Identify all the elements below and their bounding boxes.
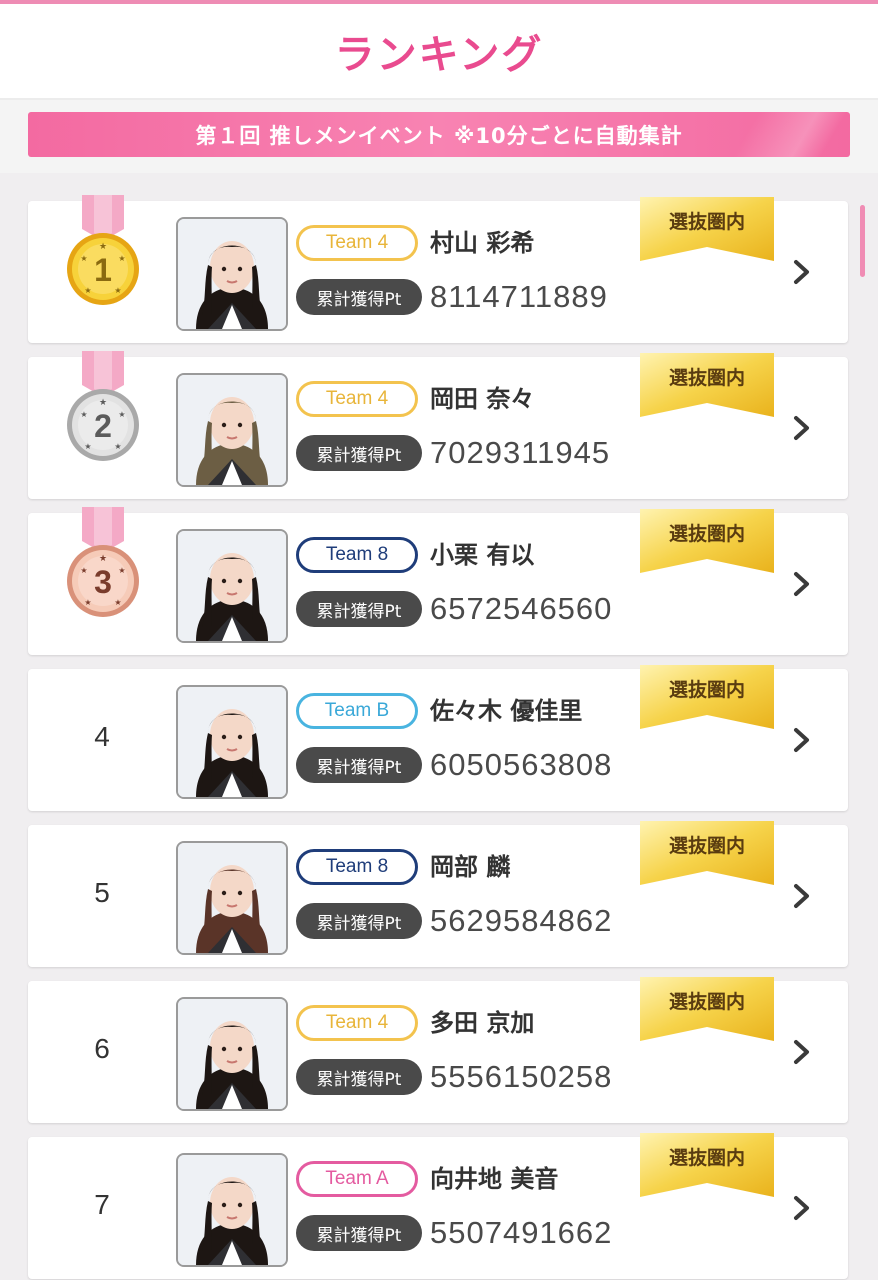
member-avatar <box>176 217 288 331</box>
ranking-card[interactable]: 1 ★ ★ ★ ★ ★ Team 4 村山 彩希 累計獲得Pt 8114711889 選抜圏内 <box>28 195 848 343</box>
selection-badge: 選抜圏内 <box>640 509 774 573</box>
team-badge: Team 8 <box>296 849 418 885</box>
member-name: 佐々木 優佳里 <box>430 697 583 725</box>
svg-text:★: ★ <box>114 442 121 451</box>
selection-badge-label: 選抜圏内 <box>668 367 745 389</box>
team-badge: Team B <box>296 693 418 729</box>
svg-text:★: ★ <box>99 242 107 252</box>
member-avatar <box>176 373 288 487</box>
svg-text:★: ★ <box>118 410 125 419</box>
selection-badge-label: 選抜圏内 <box>668 679 745 701</box>
team-badge: Team 4 <box>296 1005 418 1041</box>
svg-text:★: ★ <box>84 598 91 607</box>
points-label: 累計獲得Pt <box>296 591 422 627</box>
ranking-card[interactable]: 2 ★ ★ ★ ★ ★ Team 4 岡田 奈々 累計獲得Pt 7029311945 選抜圏内 <box>28 351 848 499</box>
svg-text:★: ★ <box>114 598 121 607</box>
member-avatar <box>176 685 288 799</box>
points-value: 6572546560 <box>430 591 613 626</box>
svg-text:★: ★ <box>80 254 87 263</box>
gold-medal-icon: 1 ★ ★ ★ ★ ★ <box>58 195 148 307</box>
team-badge: Team A <box>296 1161 418 1197</box>
member-avatar <box>176 997 288 1111</box>
selection-badge: 選抜圏内 <box>640 353 774 417</box>
page-title: ランキング <box>334 32 544 78</box>
chevron-right-icon[interactable] <box>792 883 812 909</box>
medal-rank-number: 3 <box>94 564 112 600</box>
rank-number: 4 <box>94 721 110 752</box>
points-label: 累計獲得Pt <box>296 279 422 315</box>
chevron-right-icon[interactable] <box>792 571 812 597</box>
points-label: 累計獲得Pt <box>296 747 422 783</box>
team-badge: Team 4 <box>296 225 418 261</box>
selection-badge-label: 選抜圏内 <box>668 211 745 233</box>
member-name: 向井地 美音 <box>430 1165 559 1193</box>
chevron-right-icon[interactable] <box>792 727 812 753</box>
chevron-right-icon[interactable] <box>792 259 812 285</box>
points-label: 累計獲得Pt <box>296 435 422 471</box>
selection-badge: 選抜圏内 <box>640 977 774 1041</box>
scrollbar-thumb[interactable] <box>860 205 865 277</box>
ranking-list[interactable]: 1 ★ ★ ★ ★ ★ Team 4 村山 彩希 累計獲得Pt 8114711889 選抜圏内 2 ★ ★… <box>0 173 878 1280</box>
selection-badge-label: 選抜圏内 <box>668 835 745 857</box>
points-value: 7029311945 <box>430 435 611 470</box>
ranking-card[interactable]: 6 Team 4 多田 京加 累計獲得Pt 5556150258 選抜圏内 <box>28 977 848 1123</box>
points-label: 累計獲得Pt <box>296 903 422 939</box>
member-name: 岡田 奈々 <box>430 385 535 413</box>
svg-text:★: ★ <box>84 286 91 295</box>
team-badge: Team 8 <box>296 537 418 573</box>
page-header: ランキング <box>0 4 878 100</box>
chevron-right-icon[interactable] <box>792 1039 812 1065</box>
points-label: 累計獲得Pt <box>296 1059 422 1095</box>
member-avatar <box>176 841 288 955</box>
svg-text:★: ★ <box>84 442 91 451</box>
selection-badge: 選抜圏内 <box>640 197 774 261</box>
selection-badge: 選抜圏内 <box>640 665 774 729</box>
selection-badge: 選抜圏内 <box>640 1133 774 1197</box>
rank-number: 6 <box>94 1033 110 1064</box>
svg-text:★: ★ <box>114 286 121 295</box>
chevron-right-icon[interactable] <box>792 415 812 441</box>
member-avatar <box>176 1153 288 1267</box>
ranking-card[interactable]: 5 Team 8 岡部 麟累計獲得Pt 5629584862 選抜圏内 <box>28 821 848 967</box>
event-banner: 第１回 推しメンイベント ※10分ごとに自動集計 <box>28 112 850 157</box>
ranking-card[interactable]: 7 Team A 向井地 美音 累計獲得Pt 5507491662 選抜圏内 <box>28 1133 848 1279</box>
svg-text:★: ★ <box>118 254 125 263</box>
svg-text:★: ★ <box>99 554 107 564</box>
rank-number: 5 <box>94 877 110 908</box>
points-value: 5507491662 <box>430 1215 613 1250</box>
silver-medal-icon: 2 ★ ★ ★ ★ ★ <box>58 351 148 463</box>
member-name: 多田 京加 <box>430 1009 535 1037</box>
points-value: 6050563808 <box>430 747 613 782</box>
svg-text:★: ★ <box>118 566 125 575</box>
rank-number: 7 <box>94 1189 110 1220</box>
member-name: 小栗 有以 <box>430 541 535 569</box>
points-value: 8114711889 <box>430 279 608 314</box>
event-banner-text: 第１回 推しメンイベント ※10分ごとに自動集計 <box>195 123 683 148</box>
svg-text:★: ★ <box>80 566 87 575</box>
ranking-card[interactable]: 4 Team B 佐々木 優佳里 累計獲得Pt 6050563808 選抜圏内 <box>28 665 848 811</box>
selection-badge-label: 選抜圏内 <box>668 1147 745 1169</box>
selection-badge-label: 選抜圏内 <box>668 991 745 1013</box>
selection-badge-label: 選抜圏内 <box>668 523 745 545</box>
chevron-right-icon[interactable] <box>792 1195 812 1221</box>
member-name: 岡部 麟 <box>430 853 511 881</box>
ranking-card[interactable]: 3 ★ ★ ★ ★ ★ Team 8 小栗 有以 累計獲得Pt 6572546560 選抜圏内 <box>28 507 848 655</box>
points-label: 累計獲得Pt <box>296 1215 422 1251</box>
svg-text:★: ★ <box>99 398 107 408</box>
selection-badge: 選抜圏内 <box>640 821 774 885</box>
medal-rank-number: 2 <box>94 408 112 444</box>
points-value: 5629584862 <box>430 903 613 938</box>
member-name: 村山 彩希 <box>430 229 535 257</box>
member-avatar <box>176 529 288 643</box>
points-value: 5556150258 <box>430 1059 613 1094</box>
team-badge: Team 4 <box>296 381 418 417</box>
medal-rank-number: 1 <box>94 252 112 288</box>
svg-text:★: ★ <box>80 410 87 419</box>
bronze-medal-icon: 3 ★ ★ ★ ★ ★ <box>58 507 148 619</box>
